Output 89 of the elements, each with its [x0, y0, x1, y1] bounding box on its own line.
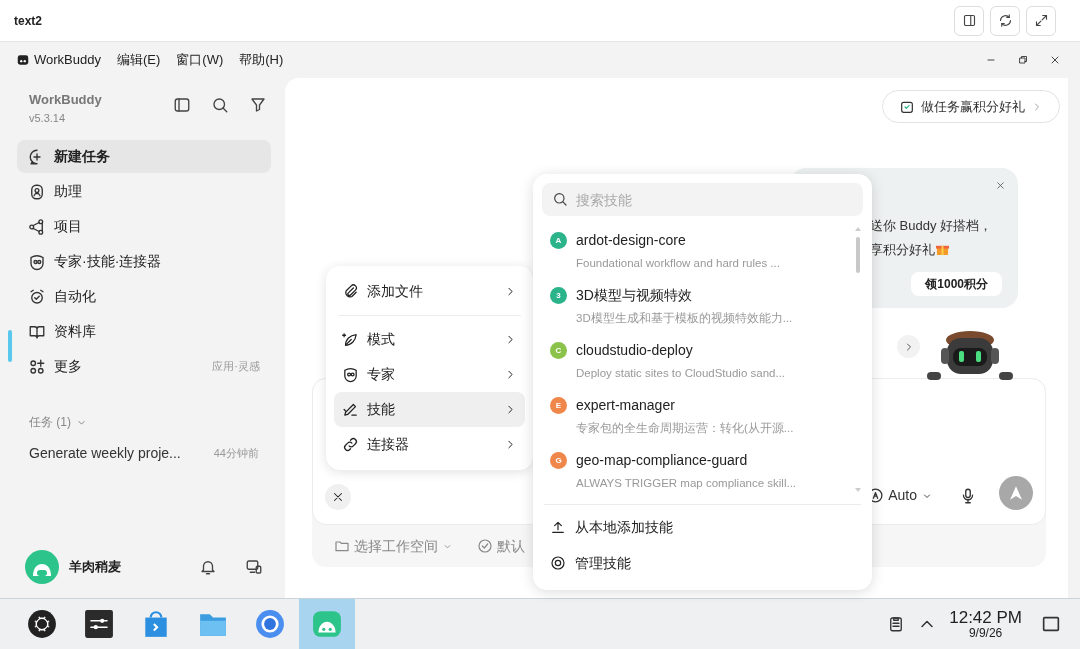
- alarm-icon: [28, 287, 46, 306]
- sidebar-item[interactable]: 专家·技能·连接器: [17, 245, 271, 278]
- apps-icon: [28, 357, 46, 376]
- nodes-icon: [28, 217, 46, 236]
- menu-item[interactable]: 模式: [334, 322, 525, 357]
- device-icon[interactable]: [245, 558, 263, 576]
- bell-icon[interactable]: [199, 558, 217, 576]
- restore-icon[interactable]: [1017, 54, 1029, 66]
- skill-name: expert-manager: [576, 396, 676, 415]
- expand-button[interactable]: [1026, 5, 1056, 36]
- browser-icon: [255, 609, 285, 639]
- mask-icon: [342, 366, 359, 383]
- sliders-icon: [84, 609, 114, 639]
- menu-item[interactable]: 连接器: [334, 427, 525, 462]
- skill-description: Foundational workflow and hard rules ...: [576, 256, 780, 271]
- skill-name: cloudstudio-deploy: [576, 341, 694, 360]
- frame-title: text2: [14, 12, 42, 30]
- search-icon: [552, 191, 568, 207]
- launcher-icon: [27, 609, 57, 639]
- menu-item[interactable]: 从本地添加技能: [542, 509, 863, 545]
- version-label: v5.3.14: [29, 110, 67, 126]
- expand-icon: [1033, 13, 1049, 28]
- skill-name: 3D模型与视频特效: [576, 286, 693, 305]
- hint-label: 应用·灵感: [212, 359, 260, 375]
- task-time: 44分钟前: [213, 446, 259, 462]
- mask-icon: [28, 252, 46, 271]
- promo-text: 享积分好礼: [870, 240, 935, 259]
- menu-app-name[interactable]: WorkBuddy: [34, 50, 101, 70]
- pen-icon: [342, 401, 359, 418]
- search-icon[interactable]: [211, 96, 229, 114]
- app-logo-icon: [312, 609, 342, 639]
- skill-item[interactable]: C cloudstudio-deploy Deploy static sites to CloudStudio sand...: [542, 332, 853, 387]
- skill-badge: E: [550, 397, 567, 414]
- skill-badge: A: [550, 232, 567, 249]
- app-logo-icon: [16, 53, 30, 67]
- panel-icon: [961, 13, 977, 28]
- menu-item[interactable]: 编辑(E): [116, 50, 161, 70]
- default-toggle[interactable]: 默认: [477, 535, 525, 557]
- refresh-button[interactable]: [990, 5, 1020, 36]
- accent-bar: [8, 330, 12, 362]
- task-title: Generate weekly proje...: [29, 444, 181, 463]
- sidebar-item[interactable]: 项目: [17, 210, 271, 243]
- skill-badge: C: [550, 342, 567, 359]
- sidebar-item[interactable]: 更多 应用·灵感: [17, 350, 271, 383]
- menu-item[interactable]: 技能: [334, 392, 525, 427]
- assistant-icon: [28, 182, 46, 201]
- menu-item[interactable]: 专家: [334, 357, 525, 392]
- menu-item[interactable]: 帮助(H): [239, 50, 284, 70]
- skill-description: Deploy static sites to CloudStudio sand...: [576, 366, 786, 381]
- sidebar-item[interactable]: 助理: [17, 175, 271, 208]
- sidebar-toggle-icon[interactable]: [173, 96, 191, 114]
- close-icon[interactable]: [995, 180, 1006, 191]
- skill-badge: G: [550, 452, 567, 469]
- skill-item[interactable]: G geo-map-compliance-guard ALWAYS TRIGGER map compliance skill...: [542, 442, 853, 497]
- sidebar-item[interactable]: 新建任务: [17, 140, 271, 173]
- target-icon: [550, 555, 566, 571]
- link-icon: [342, 436, 359, 453]
- skill-item[interactable]: E expert-manager 专家包的全生命周期运营：转化(从开源...: [542, 387, 853, 442]
- panel-button[interactable]: [954, 5, 984, 36]
- skill-description: ALWAYS TRIGGER map compliance skill...: [576, 476, 797, 491]
- skill-badge: 3: [550, 287, 567, 304]
- refresh-icon: [997, 13, 1013, 28]
- paperclip-icon: [342, 283, 359, 300]
- task-item[interactable]: Generate weekly proje... 44分钟前: [17, 443, 271, 464]
- skill-description: 专家包的全生命周期运营：转化(从开源...: [576, 421, 794, 436]
- skill-item[interactable]: A ardot-design-core Foundational workflow and hard rules ...: [542, 222, 853, 277]
- user-name: 羊肉稍麦: [69, 558, 122, 577]
- menu-item[interactable]: 添加文件: [334, 274, 525, 309]
- folder-icon: [334, 538, 350, 554]
- close-button[interactable]: [325, 484, 351, 510]
- skill-item[interactable]: 3 3D模型与视频特效 3D模型生成和基于模板的视频特效能力...: [542, 277, 853, 332]
- close-icon: [331, 490, 345, 504]
- menu-item[interactable]: 窗口(W): [176, 50, 224, 70]
- menu-item[interactable]: 管理技能: [542, 545, 863, 581]
- skill-name: ardot-design-core: [576, 231, 687, 250]
- sidebar-app-name: WorkBuddy: [29, 91, 102, 109]
- sidebar-item[interactable]: 资料库: [17, 315, 271, 348]
- filter-icon[interactable]: [249, 96, 267, 114]
- clock[interactable]: 12:42 PM 9/9/26: [949, 608, 1022, 640]
- skill-name: geo-map-compliance-guard: [576, 451, 749, 470]
- upload-icon: [550, 519, 566, 535]
- leaf-icon: [342, 331, 359, 348]
- sidebar-item[interactable]: 自动化: [17, 280, 271, 313]
- model-select[interactable]: Auto: [867, 485, 933, 506]
- close-icon[interactable]: [1049, 54, 1061, 66]
- search-field[interactable]: 搜索技能: [542, 183, 863, 216]
- check-circle-icon: [477, 538, 493, 554]
- skill-description: 3D模型生成和基于模板的视频特效能力...: [576, 311, 793, 326]
- claim-button[interactable]: 领1000积分: [911, 272, 1002, 296]
